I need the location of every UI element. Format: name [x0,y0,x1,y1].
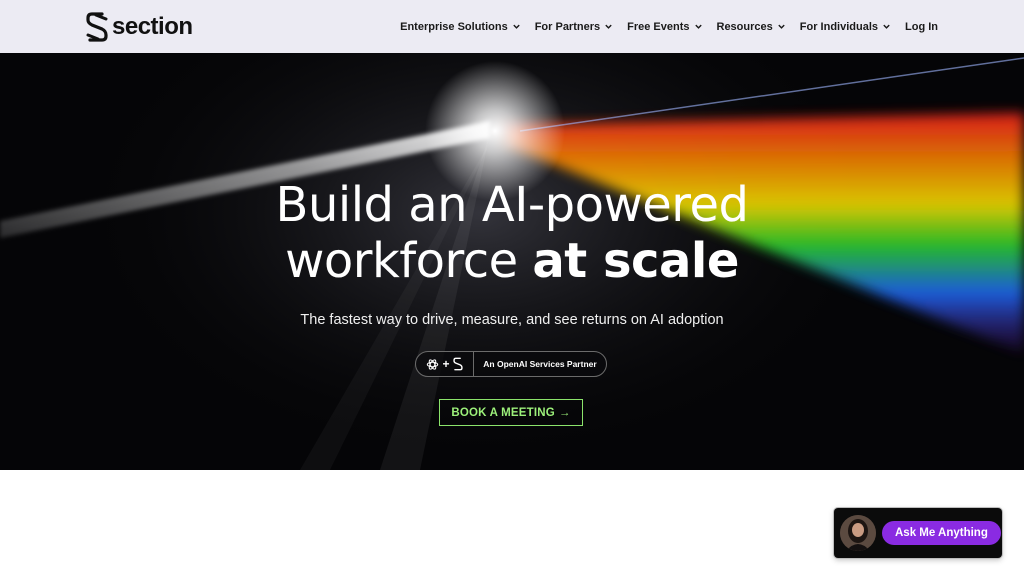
ask-me-anything-button[interactable]: Ask Me Anything [882,521,1001,545]
nav-free-events[interactable]: Free Events [627,21,702,33]
book-meeting-label: BOOK A MEETING [451,406,555,419]
chevron-down-icon [778,24,785,29]
brand-name: section [112,13,193,40]
hero-title-line-2: workforce at scale [0,233,1024,289]
nav-item-label: For Partners [534,20,601,33]
book-meeting-button[interactable]: BOOK A MEETING → [439,399,583,426]
nav-item-label: Resources [716,20,773,33]
chevron-down-icon [512,24,520,29]
nav-item-label: Enterprise Solutions [400,20,508,33]
nav-resources[interactable]: Resources [717,21,786,33]
nav-item-label: Free Events [627,20,690,33]
hero-title-line-1: Build an AI-powered [275,177,749,233]
openai-partner-badge[interactable]: + An OpenAI Services Partner [415,351,607,377]
person-avatar-icon [840,515,876,551]
hero-subtitle: The fastest way to drive, measure, and s… [300,312,724,328]
chat-widget[interactable]: Ask Me Anything [834,508,1002,558]
arrow-right-icon: → [558,406,571,419]
hero-title: Build an AI-powered workforce at scale [0,177,1024,289]
hero-section: Build an AI-powered workforce at scale T… [0,53,1024,470]
site-header: section Enterprise Solutions For Partner… [0,0,1024,53]
nav-for-individuals[interactable]: For Individuals [800,21,891,33]
plus-sign: + [442,357,450,371]
chevron-down-icon [605,24,612,29]
main-nav: Enterprise Solutions For Partners Free E… [400,0,938,53]
section-mark-icon [452,357,463,371]
nav-enterprise-solutions[interactable]: Enterprise Solutions [400,21,521,33]
nav-for-partners[interactable]: For Partners [535,21,613,33]
login-link[interactable]: Log In [905,21,938,33]
brand-logo[interactable]: section [86,11,193,43]
partner-logos: + [416,352,474,376]
section-logo-icon [86,12,108,42]
chevron-down-icon [883,24,890,29]
openai-icon [427,358,439,370]
nav-item-label: For Individuals [799,20,878,33]
assistant-avatar [840,515,876,551]
partner-text: An OpenAI Services Partner [483,359,597,369]
hero-title-bold: at scale [532,233,739,289]
chevron-down-icon [694,24,702,29]
hero-title-regular: workforce [285,233,518,289]
